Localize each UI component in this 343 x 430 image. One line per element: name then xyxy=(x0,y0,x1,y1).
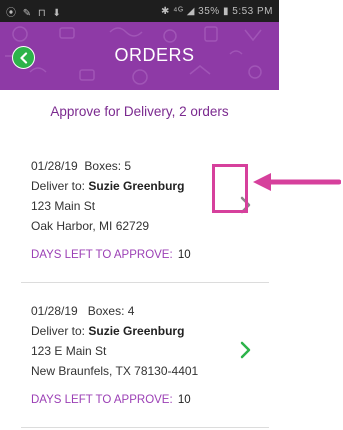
days-left-label: DAYS LEFT TO APPROVE: xyxy=(31,394,173,406)
order-date: 01/28/19 xyxy=(31,304,78,318)
boxes-label: Boxes: xyxy=(87,304,125,318)
address-line-2: Oak Harbor, MI 62729 xyxy=(31,219,150,233)
page-title: ORDERS xyxy=(114,45,195,65)
days-left: DAYS LEFT TO APPROVE: 10 xyxy=(31,391,269,409)
address-line-2: New Braunfels, TX 78130-4401 xyxy=(31,364,199,378)
chevron-right-icon[interactable] xyxy=(240,341,252,359)
status-notification-icons: ⦿ ✎ ⊓ ⬇ xyxy=(6,7,63,19)
status-system-icons: ✱ ⁴ᴳ ◢ 35% ▮ 5:53 PM xyxy=(161,5,273,17)
app-header: ORDERS xyxy=(0,22,279,90)
address-line-1: 123 E Main St xyxy=(31,344,107,358)
boxes-count: 4 xyxy=(127,304,135,318)
status-bar: ⦿ ✎ ⊓ ⬇ ✱ ⁴ᴳ ◢ 35% ▮ 5:53 PM xyxy=(0,0,279,22)
days-left-value: 10 xyxy=(177,394,191,406)
days-left-label: DAYS LEFT TO APPROVE: xyxy=(31,249,173,261)
days-left: DAYS LEFT TO APPROVE: 10 xyxy=(31,246,269,264)
boxes-count: 5 xyxy=(124,159,132,173)
section-title: Approve for Delivery, 2 orders xyxy=(50,104,229,119)
annotation-arrow-icon xyxy=(253,173,341,191)
recipient-name: Suzie Greenburg xyxy=(88,324,185,338)
annotation-highlight-box xyxy=(212,164,248,213)
days-left-value: 10 xyxy=(177,249,191,261)
phone-screen: ⦿ ✎ ⊓ ⬇ ✱ ⁴ᴳ ◢ 35% ▮ 5:53 PM ORDERS Appr… xyxy=(0,0,279,430)
order-card-2[interactable]: 01/28/19 Boxes: 4 Deliver to: Suzie Gree… xyxy=(21,283,269,428)
deliver-label: Deliver to: xyxy=(31,179,86,193)
boxes-label: Boxes: xyxy=(84,159,122,173)
order-date-boxes: 01/28/19 Boxes: 4 xyxy=(31,301,269,321)
deliver-label: Deliver to: xyxy=(31,324,86,338)
deliver-to-line: Deliver to: Suzie Greenburg xyxy=(31,321,269,341)
recipient-name: Suzie Greenburg xyxy=(88,179,185,193)
order-date: 01/28/19 xyxy=(31,159,78,173)
